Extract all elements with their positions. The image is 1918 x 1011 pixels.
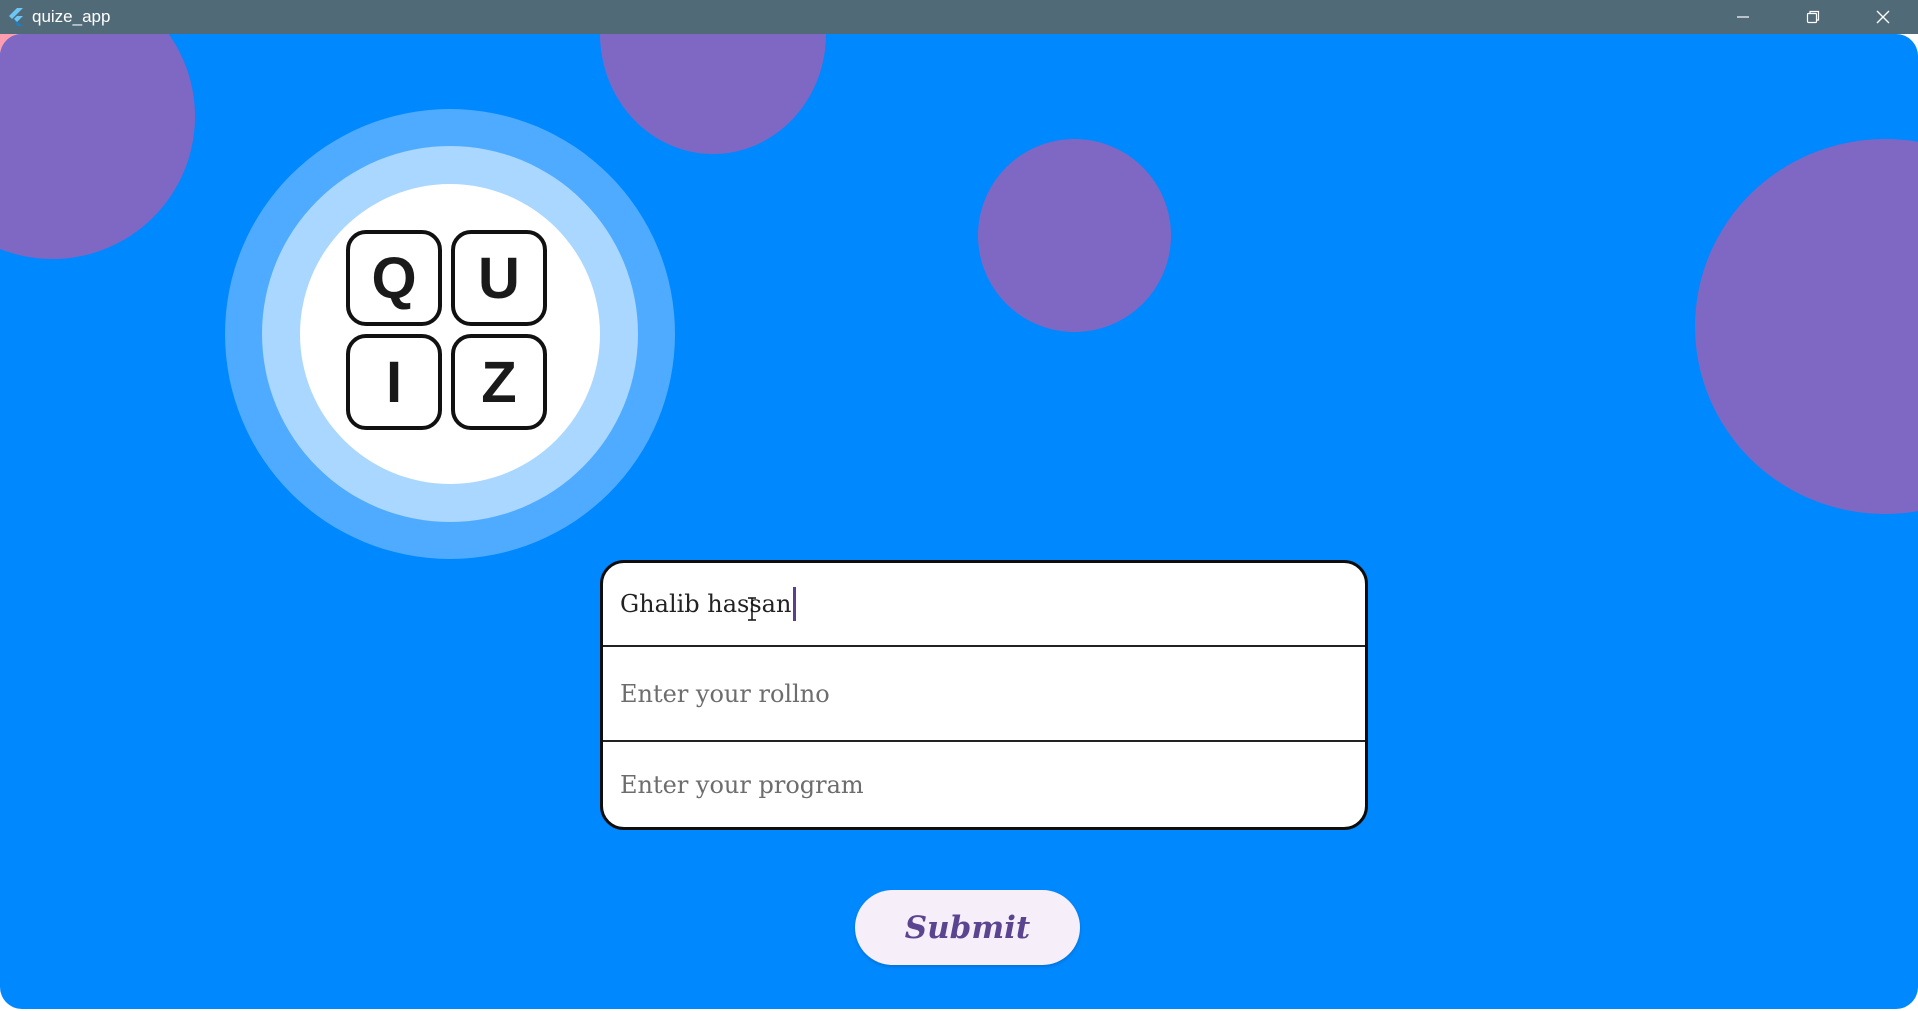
logo-inner-circle — [300, 184, 600, 484]
rollno-input[interactable]: Enter your rollno — [603, 647, 1365, 742]
close-button[interactable] — [1848, 0, 1918, 34]
minimize-icon — [1737, 16, 1749, 18]
rollno-placeholder: Enter your rollno — [620, 679, 830, 708]
decor-bubble — [600, 34, 826, 154]
submit-button[interactable]: Submit — [855, 890, 1080, 965]
restore-button[interactable] — [1778, 0, 1848, 34]
minimize-button[interactable] — [1708, 0, 1778, 34]
app-window: quize_app Q U I Z Ghalib hassan Enter yo… — [0, 0, 1918, 1011]
name-input-value: Ghalib hassan — [620, 590, 792, 618]
logo-tile-q: Q — [346, 230, 442, 326]
decor-bubble — [0, 34, 195, 259]
restore-icon — [1806, 10, 1820, 24]
decor-bubble — [978, 139, 1171, 332]
logo-tile-u: U — [451, 230, 547, 326]
logo-tile-z: Z — [451, 334, 547, 430]
program-input[interactable]: Enter your program — [603, 742, 1365, 827]
name-input[interactable]: Ghalib hassan — [603, 563, 1365, 647]
window-title: quize_app — [32, 7, 111, 26]
program-placeholder: Enter your program — [620, 770, 864, 799]
title-bar[interactable]: quize_app — [0, 0, 1918, 34]
logo-tile-i: I — [346, 334, 442, 430]
window-controls — [1708, 0, 1918, 34]
text-caret — [793, 587, 797, 621]
decor-bubble — [1695, 139, 1918, 514]
student-form: Ghalib hassan Enter your rollno Enter yo… — [600, 560, 1368, 830]
close-icon — [1876, 10, 1890, 24]
flutter-icon — [9, 8, 23, 26]
text-cursor-icon — [748, 597, 756, 621]
